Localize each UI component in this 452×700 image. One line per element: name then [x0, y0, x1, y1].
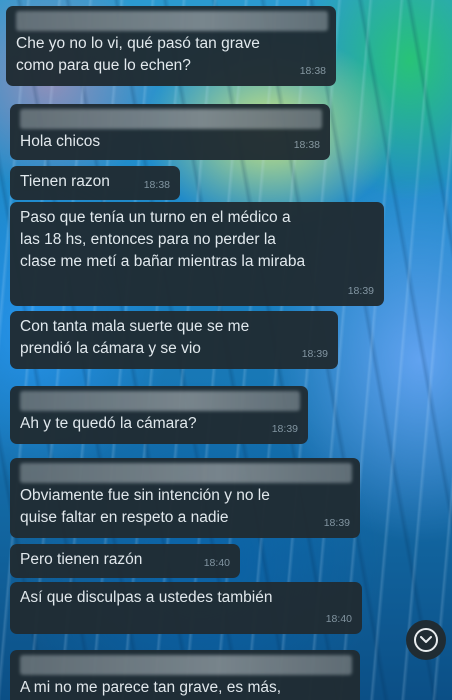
chat-message-list[interactable]: Che yo no lo vi, qué pasó tan grave como…: [0, 0, 452, 700]
message-bubble[interactable]: Pero tienen razón 18:40: [10, 544, 240, 578]
message-bubble[interactable]: Paso que tenía un turno en el médico a l…: [10, 202, 384, 306]
message-text: Che yo no lo vi, qué pasó tan grave como…: [16, 35, 260, 74]
message-bubble[interactable]: Obviamente fue sin intención y no le qui…: [10, 458, 360, 538]
message-bubble[interactable]: A mi no me parece tan grave, es más,: [10, 650, 360, 700]
message-text: A mi no me parece tan grave, es más,: [20, 679, 282, 696]
sender-name-redacted: [20, 109, 322, 129]
chevron-down-circle-icon: [414, 628, 438, 652]
message-text: Paso que tenía un turno en el médico a l…: [20, 209, 306, 270]
message-time: 18:38: [293, 139, 320, 151]
message-time: 18:39: [301, 348, 328, 360]
message-text: Con tanta mala suerte que se me prendió …: [20, 318, 250, 357]
message-bubble[interactable]: Con tanta mala suerte que se me prendió …: [10, 311, 338, 369]
message-bubble[interactable]: Che yo no lo vi, qué pasó tan grave como…: [6, 6, 336, 86]
message-time: 18:39: [271, 423, 298, 435]
message-time: 18:40: [203, 557, 230, 569]
sender-name-redacted: [20, 655, 352, 675]
message-time: 18:39: [323, 517, 350, 529]
sender-name-redacted: [20, 391, 300, 411]
message-bubble[interactable]: Tienen razon 18:38: [10, 166, 180, 200]
message-bubble[interactable]: Ah y te quedó la cámara? 18:39: [10, 386, 308, 444]
message-text: Obviamente fue sin intención y no le qui…: [20, 487, 270, 526]
message-time: 18:38: [143, 179, 170, 191]
sender-name-redacted: [16, 11, 328, 31]
message-text: Pero tienen razón: [20, 551, 143, 568]
message-bubble[interactable]: Hola chicos 18:38: [10, 104, 330, 160]
message-text: Ah y te quedó la cámara?: [20, 415, 197, 432]
message-time: 18:40: [325, 613, 352, 625]
message-time: 18:39: [347, 285, 374, 297]
scroll-to-bottom-button[interactable]: [406, 620, 446, 660]
message-text: Así que disculpas a ustedes también: [20, 589, 273, 606]
message-bubble[interactable]: Así que disculpas a ustedes también 18:4…: [10, 582, 362, 634]
message-time: 18:38: [299, 65, 326, 77]
sender-name-redacted: [20, 463, 352, 483]
message-text: Hola chicos: [20, 133, 101, 150]
